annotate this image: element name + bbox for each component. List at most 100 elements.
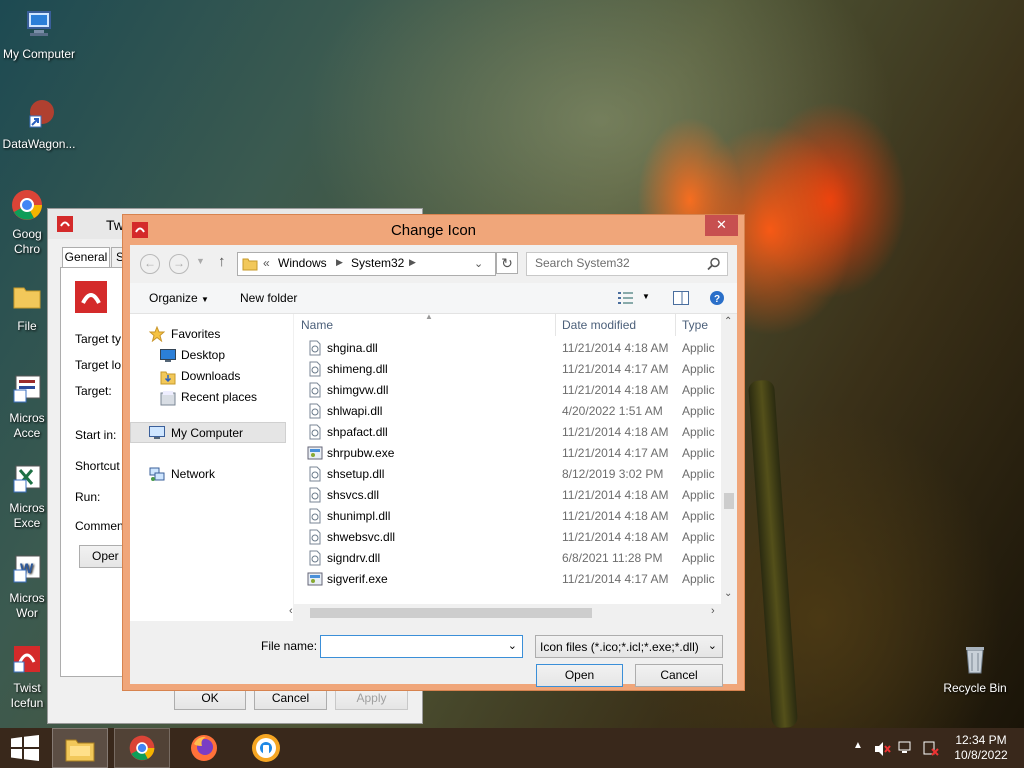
address-bar[interactable]: « Windows ▶ System32 ▶ ⌄ — [237, 252, 496, 276]
breadcrumb-system32[interactable]: System32 — [351, 256, 404, 270]
file-name: shunimpl.dll — [327, 509, 391, 523]
file-type: Applic — [682, 488, 715, 502]
address-dropdown-icon[interactable]: ⌄ — [474, 257, 483, 270]
preview-pane-icon[interactable] — [673, 291, 689, 305]
file-row[interactable]: shwebsvc.dll 11/21/2014 4:18 AM Applic — [294, 527, 721, 548]
file-row[interactable]: shsvcs.dll 11/21/2014 4:18 AM Applic — [294, 485, 721, 506]
tab-general[interactable]: General — [62, 247, 110, 268]
chrome-icon — [12, 190, 42, 220]
open-button[interactable]: Open — [536, 664, 623, 687]
desktop-icon-label: DataWagon... — [2, 137, 76, 151]
new-folder-button[interactable]: New folder — [240, 291, 297, 305]
nav-item-downloads[interactable]: Downloads — [181, 369, 240, 383]
file-date-modified: 11/21/2014 4:18 AM — [562, 509, 669, 523]
scrollbar-thumb[interactable] — [724, 493, 734, 509]
start-button[interactable] — [0, 728, 50, 768]
network-status-icon[interactable] — [898, 741, 916, 757]
file-row[interactable]: shgina.dll 11/21/2014 4:18 AM Applic — [294, 338, 721, 359]
dialog-client: ← → ▼ ↑ « Windows ▶ System32 ▶ ⌄ ↻ Searc… — [130, 245, 737, 687]
scroll-right-icon[interactable]: › — [711, 605, 715, 617]
file-name: shimgvw.dll — [327, 383, 389, 397]
recent-locations-icon[interactable]: ▼ — [196, 256, 205, 266]
taskbar-firefox[interactable] — [176, 728, 232, 768]
breadcrumb-overflow-icon[interactable]: « — [263, 256, 270, 270]
file-name: sigverif.exe — [327, 572, 388, 586]
file-date-modified: 8/12/2019 3:02 PM — [562, 467, 664, 481]
nav-item-desktop[interactable]: Desktop — [181, 348, 225, 362]
action-center-icon[interactable] — [922, 741, 940, 757]
dll-file-icon — [309, 487, 321, 503]
forward-button[interactable]: → — [169, 254, 189, 274]
close-button[interactable]: ✕ — [705, 215, 738, 236]
view-options-icon[interactable] — [618, 291, 634, 305]
desktop-icon-datawagon[interactable]: DataWagon... — [0, 98, 79, 152]
column-headers: Name ▲ Date modified Type — [294, 314, 737, 336]
downloads-icon — [160, 371, 176, 385]
file-name-input[interactable]: ⌄ — [320, 635, 523, 658]
field-label-target: Target: — [75, 384, 112, 398]
clock[interactable]: 12:34 PM 10/8/2022 — [948, 733, 1014, 763]
nav-item-my-computer[interactable]: My Computer — [130, 422, 286, 443]
taskbar-chrome[interactable] — [114, 728, 170, 768]
file-name: shgina.dll — [327, 341, 378, 355]
refresh-button[interactable]: ↻ — [496, 252, 518, 274]
horizontal-scrollbar-thumb[interactable] — [310, 608, 592, 618]
recycle-bin-icon — [966, 647, 984, 674]
folder-icon — [242, 258, 258, 271]
volume-muted-icon[interactable] — [874, 741, 892, 757]
change-icon-dialog: Change Icon ✕ ← → ▼ ↑ « Windows ▶ System… — [122, 214, 745, 691]
show-hidden-icons-icon[interactable]: ▲ — [853, 740, 863, 751]
file-row[interactable]: shpafact.dll 11/21/2014 4:18 AM Applic — [294, 422, 721, 443]
file-row[interactable]: shsetup.dll 8/12/2019 3:02 PM Applic — [294, 464, 721, 485]
file-row[interactable]: shimgvw.dll 11/21/2014 4:18 AM Applic — [294, 380, 721, 401]
file-name: shsetup.dll — [327, 467, 385, 481]
dll-file-icon — [309, 466, 321, 482]
chevron-down-icon[interactable]: ⌄ — [508, 639, 517, 652]
file-type: Applic — [682, 383, 715, 397]
taskbar-file-explorer[interactable] — [52, 728, 108, 768]
nav-item-favorites[interactable]: Favorites — [171, 327, 220, 341]
file-row[interactable]: shlwapi.dll 4/20/2022 1:51 AM Applic — [294, 401, 721, 422]
file-row[interactable]: sigverif.exe 11/21/2014 4:17 AM Applic — [294, 569, 721, 590]
file-type-filter-select[interactable]: Icon files (*.ico;*.icl;*.exe;*.dll) ⌄ — [535, 635, 723, 658]
file-row[interactable]: shrpubw.exe 11/21/2014 4:17 AM Applic — [294, 443, 721, 464]
file-name: shpafact.dll — [327, 425, 388, 439]
navigation-pane: Favorites Desktop Downloads Recent place… — [130, 314, 293, 621]
vertical-scrollbar[interactable]: ⌃ ⌄ — [721, 314, 737, 604]
breadcrumb-windows[interactable]: Windows — [278, 256, 327, 270]
exe-file-icon — [307, 446, 323, 460]
file-name: shrpubw.exe — [327, 446, 395, 460]
file-name-label: File name: — [261, 639, 318, 653]
file-row[interactable]: signdrv.dll 6/8/2021 11:28 PM Applic — [294, 548, 721, 569]
open-file-location-button[interactable]: Oper — [79, 545, 123, 568]
chevron-down-icon[interactable]: ▼ — [642, 292, 650, 301]
file-row[interactable]: shunimpl.dll 11/21/2014 4:18 AM Applic — [294, 506, 721, 527]
column-header-date-modified[interactable]: Date modified — [562, 318, 636, 332]
column-header-name[interactable]: Name — [301, 318, 333, 332]
file-date-modified: 11/21/2014 4:18 AM — [562, 383, 669, 397]
scroll-up-icon[interactable]: ⌃ — [724, 316, 732, 327]
cancel-button[interactable]: Cancel — [635, 664, 723, 687]
nav-item-recent-places[interactable]: Recent places — [181, 390, 257, 404]
organize-menu[interactable]: Organize ▼ — [149, 291, 209, 305]
file-explorer-icon — [65, 739, 95, 762]
scroll-down-icon[interactable]: ⌄ — [724, 588, 732, 599]
desktop-icon-my-computer[interactable]: My Computer — [0, 8, 79, 62]
file-row[interactable]: shimeng.dll 11/21/2014 4:17 AM Applic — [294, 359, 721, 380]
clock-time: 12:34 PM — [955, 733, 1007, 747]
folder-icon — [13, 287, 41, 309]
desktop-icon-recycle-bin[interactable]: Recycle Bin — [935, 642, 1015, 696]
nav-item-network[interactable]: Network — [171, 467, 215, 481]
help-icon[interactable]: ? — [709, 290, 725, 306]
desktop-icon-label: My Computer — [2, 47, 76, 61]
back-button[interactable]: ← — [140, 254, 160, 274]
dialog-footer: File name: ⌄ Icon files (*.ico;*.icl;*.e… — [130, 621, 737, 687]
firefox-icon — [191, 735, 217, 761]
column-header-type[interactable]: Type — [682, 318, 708, 332]
taskbar-app[interactable] — [238, 728, 294, 768]
horizontal-scrollbar-track[interactable]: ‹ › — [289, 604, 737, 621]
search-input[interactable]: Search System32 — [526, 252, 728, 276]
up-arrow-icon[interactable]: ↑ — [218, 253, 226, 270]
file-date-modified: 6/8/2021 11:28 PM — [562, 551, 663, 565]
dll-file-icon — [309, 424, 321, 440]
